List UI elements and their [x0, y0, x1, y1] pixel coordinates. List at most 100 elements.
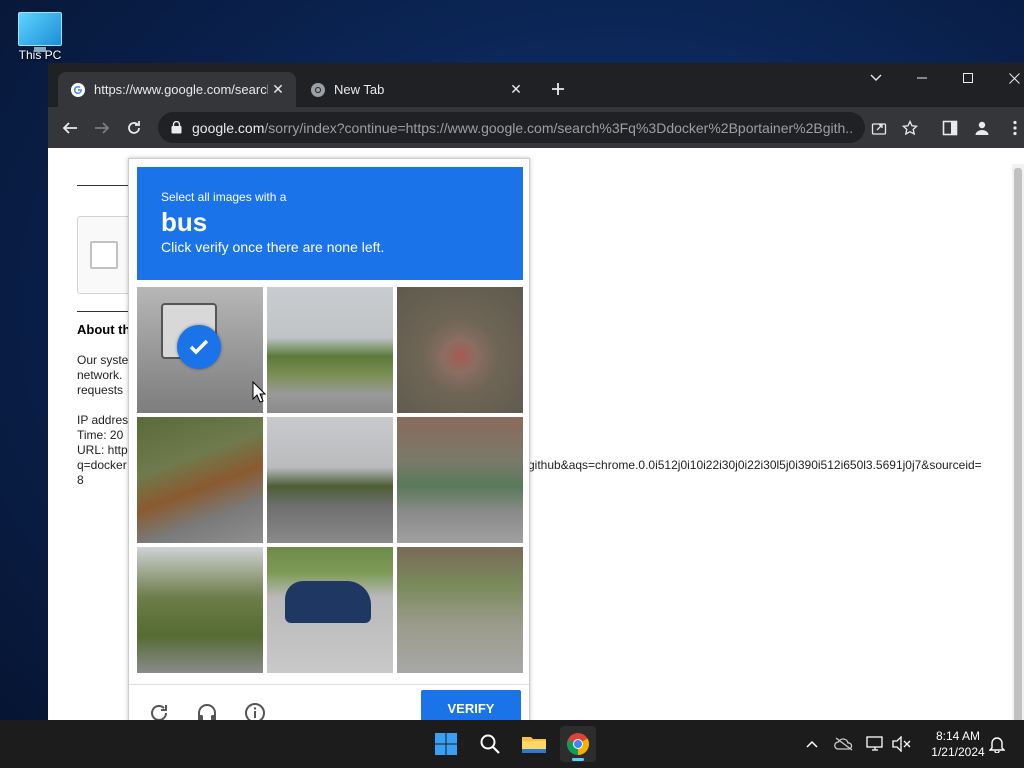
tab-new-tab[interactable]: New Tab ✕	[298, 72, 534, 107]
address-bar[interactable]: google.com/sorry/index?continue=https://…	[158, 112, 865, 143]
captcha-tile-1[interactable]	[137, 287, 263, 413]
captcha-tile-5[interactable]	[267, 417, 393, 543]
arrow-right-icon	[95, 122, 110, 134]
page-text-line: Our syste	[77, 353, 129, 367]
captcha-tile-4[interactable]	[137, 417, 263, 543]
forward-button[interactable]	[89, 115, 115, 141]
file-explorer-icon	[522, 737, 546, 753]
captcha-tile-9[interactable]	[397, 547, 523, 673]
tab-close-icon[interactable]: ✕	[268, 80, 288, 100]
reload-icon	[128, 121, 140, 134]
tab-google-search[interactable]: https://www.google.com/search? ✕	[58, 72, 296, 107]
minimize-icon	[917, 77, 927, 79]
recaptcha-challenge: Select all images with a bus Click verif…	[128, 158, 530, 720]
chevron-up-icon	[806, 740, 818, 748]
captcha-tile-2[interactable]	[267, 287, 393, 413]
chrome-taskbar-button[interactable]	[560, 726, 596, 762]
taskbar: 8:14 AM 1/21/2024	[0, 720, 1024, 768]
onedrive-tray-icon[interactable]	[832, 732, 856, 756]
show-hidden-icons-button[interactable]	[800, 732, 824, 756]
volume-tray-icon[interactable]	[890, 732, 914, 756]
tab-title: https://www.google.com/search?	[94, 82, 268, 97]
tab-search-button[interactable]	[853, 63, 899, 93]
network-tray-icon[interactable]	[864, 732, 888, 756]
tab-title: New Tab	[334, 82, 385, 97]
about-heading: About th	[77, 322, 131, 337]
notifications-button[interactable]	[985, 732, 1009, 756]
bookmark-button[interactable]	[897, 115, 923, 141]
info-button[interactable]	[241, 699, 269, 720]
url-domain: google.com	[192, 119, 265, 136]
profile-icon	[975, 121, 989, 135]
mouse-cursor-icon	[252, 381, 266, 403]
start-button[interactable]	[428, 726, 464, 762]
browser-window: https://www.google.com/search? ✕ New Tab…	[48, 63, 1024, 720]
minimize-button[interactable]	[899, 63, 945, 93]
scrollbar-thumb[interactable]	[1014, 168, 1022, 720]
tab-strip: https://www.google.com/search? ✕ New Tab…	[48, 63, 1024, 107]
side-panel-button[interactable]	[937, 115, 963, 141]
maximize-button[interactable]	[945, 63, 991, 93]
taskbar-search-button[interactable]	[472, 726, 508, 762]
star-icon	[902, 120, 918, 136]
page-scrollbar[interactable]	[1012, 164, 1024, 720]
maximize-icon	[963, 73, 973, 83]
browser-toolbar: google.com/sorry/index?continue=https://…	[48, 107, 1024, 148]
google-g-icon	[70, 82, 86, 98]
page-url-overflow: github&aqs=chrome.0.0i512j0i10i22i30j0i2…	[528, 458, 982, 472]
chrome-icon	[567, 733, 589, 755]
new-tab-button[interactable]	[546, 77, 570, 101]
arrow-left-icon	[62, 122, 77, 134]
selected-check-icon	[177, 325, 221, 369]
page-text-line: requests	[77, 383, 124, 397]
plus-icon	[552, 83, 564, 95]
share-button[interactable]	[866, 115, 892, 141]
profile-button[interactable]	[969, 115, 995, 141]
monitor-icon	[18, 12, 62, 52]
network-icon	[866, 736, 883, 751]
cloud-offline-icon	[834, 737, 853, 751]
kebab-menu-icon	[1013, 120, 1017, 136]
page-text-line: URL: http	[77, 443, 128, 457]
page-text-line: 8	[77, 473, 84, 487]
close-window-button[interactable]	[991, 63, 1024, 93]
challenge-header: Select all images with a bus Click verif…	[137, 167, 523, 280]
audio-challenge-button[interactable]	[193, 699, 221, 720]
url-path: /sorry/index?continue=https://www.google…	[264, 119, 852, 136]
reload-button[interactable]	[121, 115, 147, 141]
search-icon	[480, 734, 500, 754]
lock-icon	[168, 120, 184, 136]
url-text: google.com/sorry/index?continue=https://…	[192, 120, 852, 136]
windows-start-icon	[435, 733, 457, 755]
challenge-instruction: Select all images with a	[161, 190, 287, 204]
page-text-line: IP addres	[77, 413, 129, 427]
close-icon	[1008, 72, 1020, 84]
file-explorer-button[interactable]	[516, 726, 552, 762]
back-button[interactable]	[57, 115, 83, 141]
menu-button[interactable]	[1002, 115, 1024, 141]
page-text-line: Time: 20	[77, 428, 124, 442]
reload-icon	[151, 705, 167, 720]
challenge-subinstruction: Click verify once there are none left.	[161, 239, 385, 255]
reload-challenge-button[interactable]	[145, 699, 173, 720]
chevron-down-icon	[870, 74, 882, 81]
challenge-footer: VERIFY	[129, 684, 529, 720]
captcha-tile-8[interactable]	[267, 547, 393, 673]
info-icon	[245, 703, 265, 720]
volume-muted-icon	[892, 736, 911, 752]
recaptcha-checkbox[interactable]	[90, 241, 118, 269]
side-panel-icon	[942, 120, 958, 136]
chrome-icon	[310, 82, 326, 98]
desktop-icon-this-pc[interactable]: This PC	[14, 8, 66, 62]
page-content: About th Our syste network. requests IP …	[48, 148, 1024, 720]
page-text-line: q=docker	[77, 458, 127, 472]
page-text-line: network.	[77, 368, 123, 382]
tab-close-icon[interactable]: ✕	[506, 80, 526, 100]
challenge-target: bus	[161, 207, 208, 237]
captcha-tile-7[interactable]	[137, 547, 263, 673]
bell-icon	[989, 737, 1005, 753]
verify-button[interactable]: VERIFY	[421, 690, 521, 720]
headphones-icon	[198, 704, 216, 720]
captcha-tile-3[interactable]	[397, 287, 523, 413]
captcha-tile-6[interactable]	[397, 417, 523, 543]
